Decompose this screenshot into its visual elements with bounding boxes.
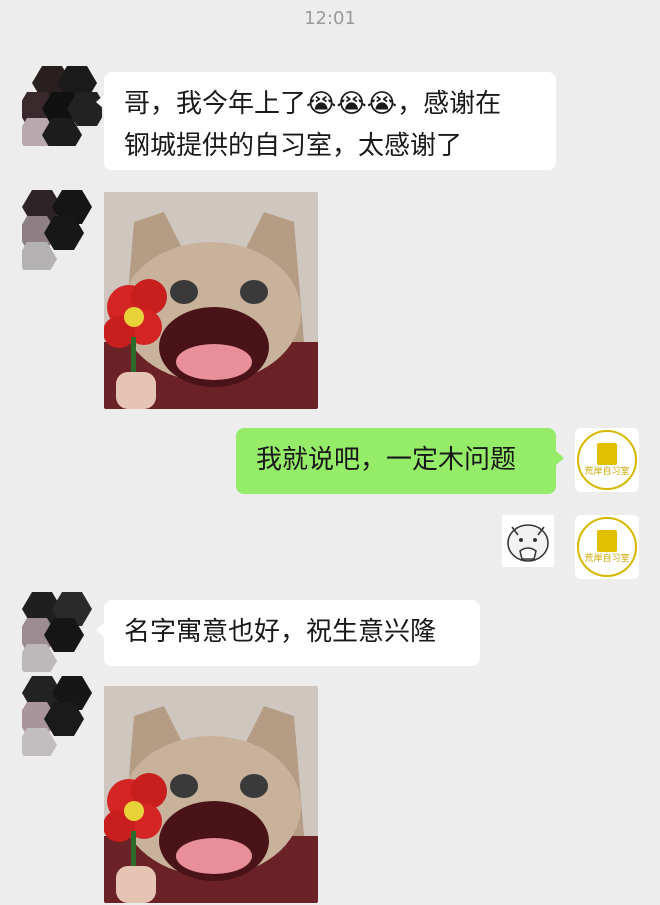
cat-flower-sticker-image	[104, 686, 318, 903]
logo-label: 荒岸自习室	[584, 554, 630, 564]
message-bubble[interactable]: 哥，我今年上了😭😭😭，感谢在 钢城提供的自习室，太感谢了	[96, 72, 556, 170]
message-text: 名字寓意也好，祝生意兴隆	[124, 617, 437, 647]
message-text-line: 哥，我今年上了😭😭😭，感谢在	[124, 89, 502, 119]
cartoon-face-sticker[interactable]	[502, 515, 554, 567]
message-text-line: 钢城提供的自习室，太感谢了	[124, 131, 463, 161]
pixelated-avatar-icon[interactable]	[22, 190, 102, 270]
pixelated-avatar-icon[interactable]	[22, 592, 102, 672]
study-room-logo-icon: 荒岸自习室	[577, 430, 637, 490]
book-icon	[597, 443, 617, 465]
self-avatar[interactable]: 荒岸自习室	[575, 515, 639, 579]
study-room-logo-icon: 荒岸自习室	[577, 517, 637, 577]
cartoon-face-icon	[502, 515, 554, 567]
logo-label: 荒岸自习室	[584, 467, 630, 477]
pixelated-avatar-icon[interactable]	[22, 676, 102, 756]
message-bubble-self[interactable]: 我就说吧，一定木问题	[236, 428, 564, 494]
message-text: 我就说吧，一定木问题	[256, 445, 517, 475]
pixelated-avatar-icon[interactable]	[22, 66, 102, 146]
book-icon	[597, 530, 617, 552]
self-avatar[interactable]: 荒岸自习室	[575, 428, 639, 492]
chat-timestamp: 12:01	[304, 8, 356, 29]
cat-flower-sticker[interactable]	[104, 192, 318, 409]
cat-flower-sticker-image	[104, 192, 318, 409]
cat-flower-sticker[interactable]	[104, 686, 318, 903]
message-bubble[interactable]: 名字寓意也好，祝生意兴隆	[96, 600, 480, 666]
